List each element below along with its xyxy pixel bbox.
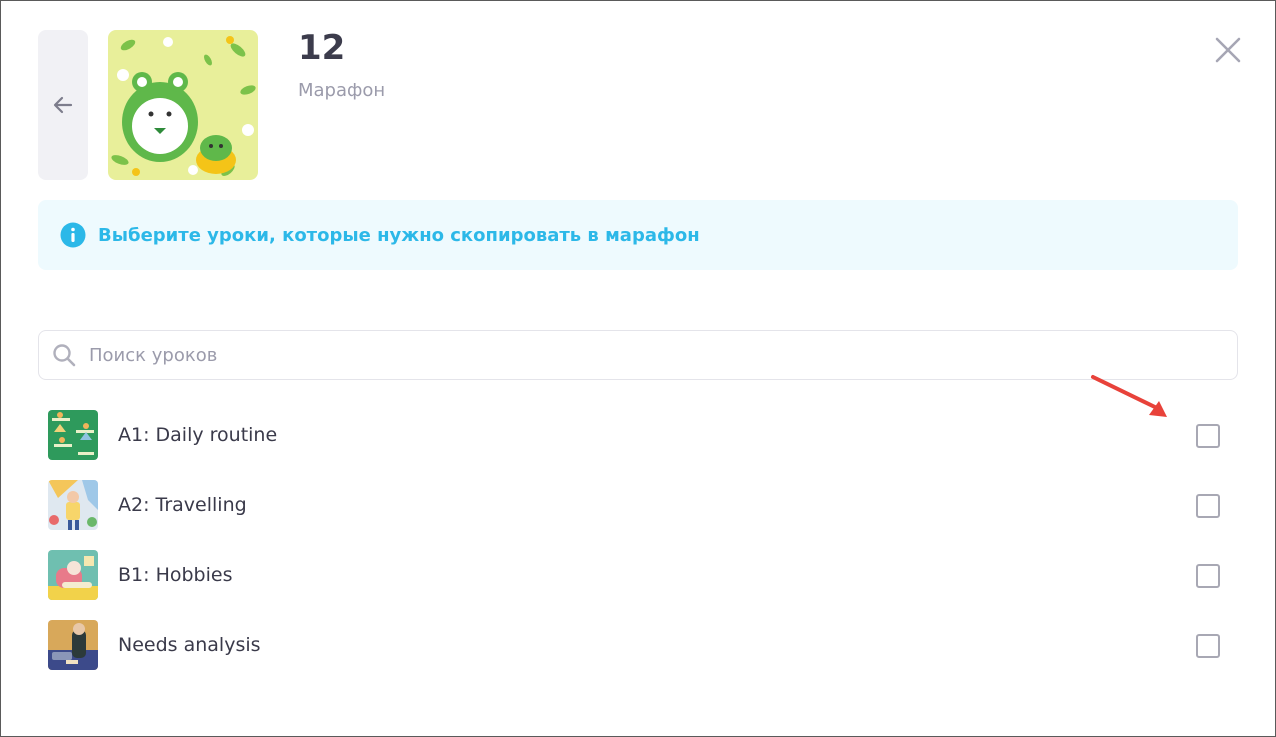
- search-input[interactable]: [87, 343, 1191, 367]
- search-icon: [53, 344, 76, 367]
- page-title: 12: [298, 28, 346, 68]
- search-box: [38, 330, 1238, 380]
- lesson-item[interactable]: A1: Daily routine: [48, 410, 1238, 460]
- page-subtitle: Марафон: [298, 80, 386, 101]
- lesson-item[interactable]: B1: Hobbies: [48, 550, 1238, 600]
- lesson-checkbox[interactable]: [1196, 634, 1220, 658]
- lesson-title: A2: Travelling: [118, 494, 247, 516]
- lesson-title: B1: Hobbies: [118, 564, 233, 586]
- lesson-checkbox[interactable]: [1196, 424, 1220, 448]
- lesson-thumbnail: [48, 480, 98, 530]
- lesson-checkbox[interactable]: [1196, 494, 1220, 518]
- lesson-title: A1: Daily routine: [118, 424, 278, 446]
- close-icon: [1215, 37, 1241, 63]
- lesson-thumbnail: [48, 620, 98, 670]
- back-button[interactable]: [38, 30, 88, 180]
- lesson-thumbnail: [48, 550, 98, 600]
- lesson-item[interactable]: A2: Travelling: [48, 480, 1238, 530]
- arrow-left-icon: [53, 96, 73, 114]
- annotation-arrow-icon: [1091, 375, 1167, 417]
- lesson-item[interactable]: Needs analysis: [48, 620, 1238, 670]
- info-icon: [60, 222, 86, 248]
- lesson-title: Needs analysis: [118, 634, 261, 656]
- info-banner: Выберите уроки, которые нужно скопироват…: [38, 200, 1238, 270]
- marathon-cover-image: [108, 30, 258, 180]
- close-button[interactable]: [1213, 35, 1243, 65]
- info-text: Выберите уроки, которые нужно скопироват…: [98, 224, 700, 246]
- lesson-checkbox[interactable]: [1196, 564, 1220, 588]
- lesson-thumbnail: [48, 410, 98, 460]
- modal-dialog: 12 Марафон Выберите уроки, которые нужно…: [0, 0, 1276, 737]
